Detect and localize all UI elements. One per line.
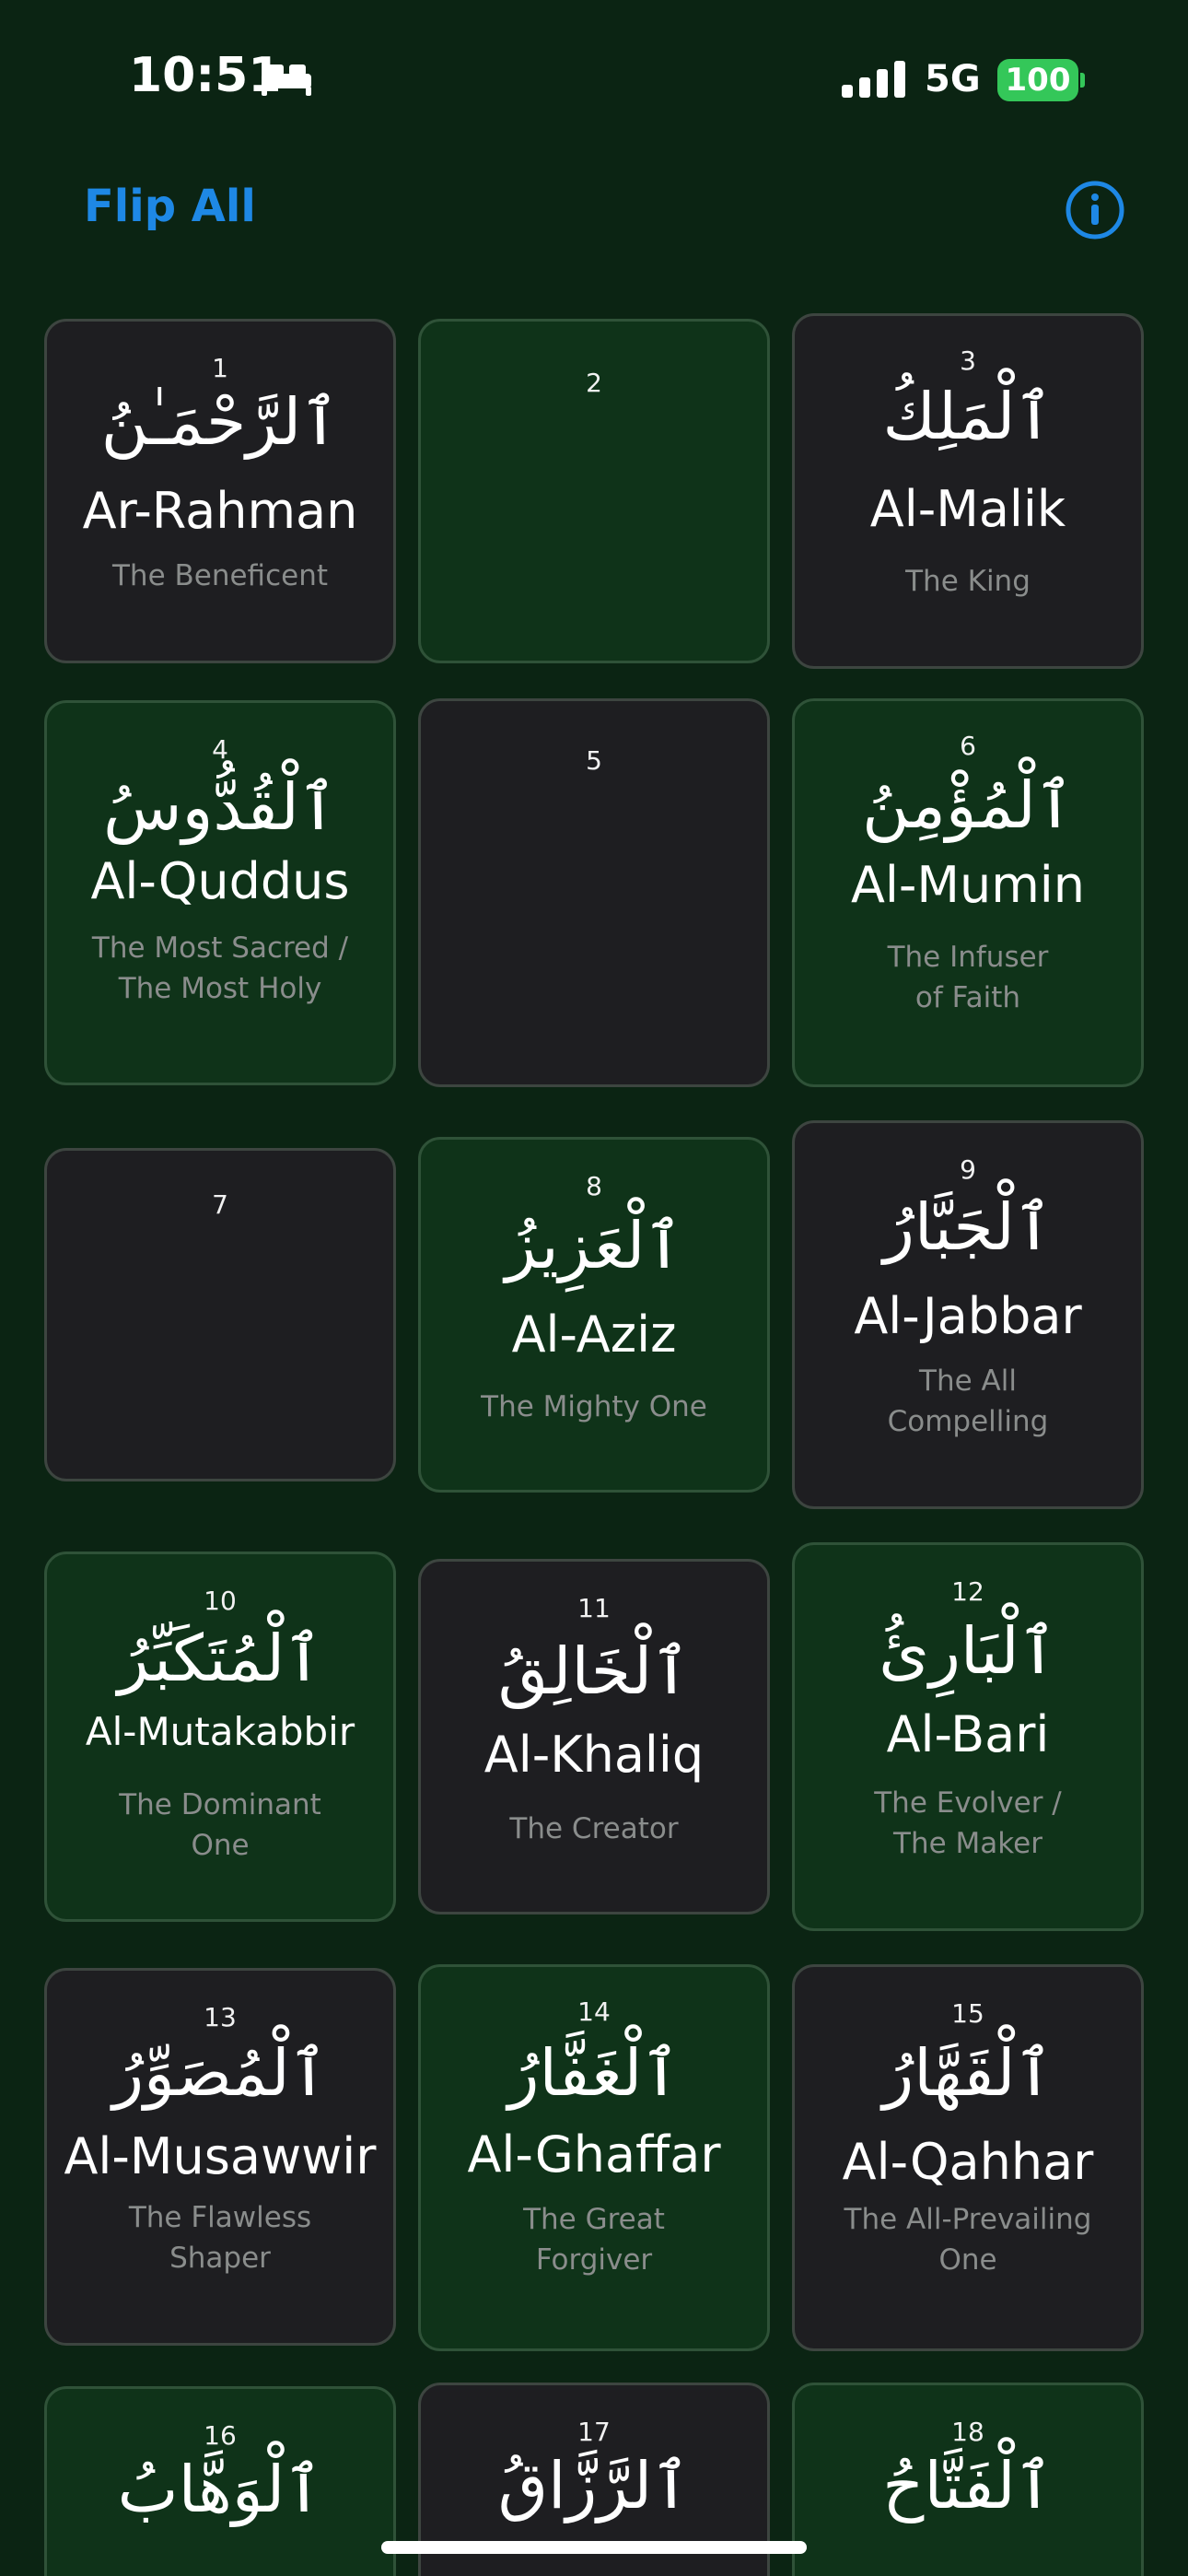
card-meaning: The Creator <box>509 1812 679 1845</box>
card-arabic-name: ٱلْعَزِيزُ <box>505 1208 683 1283</box>
card-arabic-name: ٱلْخَالِقُ <box>497 1633 691 1709</box>
battery-indicator: 100 <box>997 59 1078 101</box>
card-meaning: The King <box>905 565 1031 598</box>
home-indicator <box>381 2541 807 2554</box>
card-transliteration: Al-Khaliq <box>483 1726 705 1784</box>
card-number: 6 <box>960 731 976 761</box>
card-meaning: The Flawless Shaper <box>128 2201 312 2275</box>
card-arabic-name: ٱلْمُتَكَبِّرُ <box>117 1621 323 1696</box>
card-number: 7 <box>212 1189 228 1220</box>
name-card-9[interactable]: 9 ٱلْجَبَّارُ Al-Jabbar The All Compelling <box>792 1120 1144 1509</box>
name-card-8[interactable]: 8 ٱلْعَزِيزُ Al-Aziz The Mighty One <box>418 1137 770 1493</box>
card-number: 3 <box>960 345 976 376</box>
card-meaning: The All Compelling <box>887 1364 1049 1438</box>
card-number: 14 <box>577 1996 611 2027</box>
card-number: 4 <box>212 734 228 765</box>
card-arabic-name: ٱلْقَهَّارُ <box>882 2035 1054 2111</box>
card-meaning: The Beneficent <box>111 559 328 592</box>
name-card-2[interactable]: 2 <box>418 319 770 663</box>
name-card-5[interactable]: 5 <box>418 698 770 1087</box>
card-meaning: The Dominant One <box>119 1788 321 1862</box>
card-arabic-name: ٱلْجَبَّارُ <box>883 1189 1053 1265</box>
card-transliteration: Al-Quddus <box>90 852 350 910</box>
name-card-1[interactable]: 1 ٱلرَّحْمَـٰنُ Ar-Rahman The Beneficent <box>44 319 396 663</box>
name-card-14[interactable]: 14 ٱلْغَفَّارُ Al-Ghaffar The Great Forgive… <box>418 1964 770 2351</box>
name-card-4[interactable]: 4 ٱلْقُدُّوسُ Al-Quddus The Most Sacred / T… <box>44 700 396 1085</box>
card-meaning: The Most Sacred / The Most Holy <box>91 931 349 1005</box>
card-transliteration: Al-Mutakabbir <box>85 1709 355 1754</box>
flip-all-button[interactable]: Flip All <box>84 181 256 232</box>
card-arabic-name: ٱلْمُصَوِّرُ <box>112 2035 328 2111</box>
card-meaning: The Infuser of Faith <box>887 941 1049 1014</box>
card-transliteration: Ar-Rahman <box>82 482 358 540</box>
cellular-signal-icon <box>842 61 905 98</box>
status-time: 10:51 <box>129 48 282 103</box>
card-transliteration: Al-Jabbar <box>854 1287 1082 1345</box>
card-transliteration: Al-Aziz <box>511 1306 677 1364</box>
card-transliteration: Al-Bari <box>886 1705 1050 1763</box>
card-transliteration: Al-Qahhar <box>842 2133 1094 2191</box>
name-card-16[interactable]: 16 ٱلْوَهَّابُ <box>44 2386 396 2576</box>
bed-icon <box>262 64 311 96</box>
card-number: 11 <box>577 1593 611 1623</box>
card-number: 9 <box>960 1154 976 1185</box>
name-card-11[interactable]: 11 ٱلْخَالِقُ Al-Khaliq The Creator <box>418 1559 770 1914</box>
card-number: 2 <box>586 368 602 398</box>
card-transliteration: Al-Malik <box>869 480 1066 538</box>
card-number: 15 <box>951 1998 984 2029</box>
card-arabic-name: ٱلْمَلِكُ <box>882 379 1054 454</box>
card-arabic-name: ٱلْبَارِئُ <box>879 1613 1057 1689</box>
card-number: 5 <box>586 745 602 776</box>
card-arabic-name: ٱلْفَتَّاحُ <box>882 2448 1054 2523</box>
name-card-7[interactable]: 7 <box>44 1148 396 1481</box>
card-arabic-name: ٱلرَّزَّاقُ <box>497 2448 691 2523</box>
name-card-15[interactable]: 15 ٱلْقَهَّارُ Al-Qahhar The All-Prevailing… <box>792 1964 1144 2351</box>
card-arabic-name: ٱلرَّحْمَـٰنُ <box>100 384 340 460</box>
card-transliteration: Al-Ghaffar <box>467 2125 721 2184</box>
card-meaning: The Evolver / The Maker <box>874 1786 1062 1860</box>
card-number: 18 <box>951 2417 984 2447</box>
network-type: 5G <box>925 58 981 100</box>
name-card-13[interactable]: 13 ٱلْمُصَوِّرُ Al-Musawwir The Flawless Sh… <box>44 1968 396 2346</box>
card-transliteration: Al-Mumin <box>850 856 1086 914</box>
card-number: 13 <box>204 2002 237 2032</box>
card-meaning: The All-Prevailing One <box>844 2203 1092 2277</box>
card-number: 17 <box>577 2417 611 2447</box>
card-arabic-name: ٱلْمُؤْمِنُ <box>862 767 1074 843</box>
name-card-10[interactable]: 10 ٱلْمُتَكَبِّرُ Al-Mutakabbir The Dominan… <box>44 1551 396 1922</box>
card-arabic-name: ٱلْوَهَّابُ <box>117 2452 323 2527</box>
card-number: 12 <box>951 1576 984 1607</box>
info-icon[interactable] <box>1065 180 1125 240</box>
name-card-3[interactable]: 3 ٱلْمَلِكُ Al-Malik The King <box>792 313 1144 669</box>
name-card-12[interactable]: 12 ٱلْبَارِئُ Al-Bari The Evolver / The Mak… <box>792 1542 1144 1931</box>
card-number: 10 <box>204 1586 237 1616</box>
battery-nub <box>1080 73 1085 88</box>
battery-level: 100 <box>1005 62 1071 99</box>
card-transliteration: Al-Musawwir <box>64 2127 377 2185</box>
name-card-18[interactable]: 18 ٱلْفَتَّاحُ <box>792 2383 1144 2576</box>
card-meaning: The Great Forgiver <box>523 2203 665 2277</box>
card-meaning: The Mighty One <box>481 1390 707 1423</box>
card-arabic-name: ٱلْقُدُّوسُ <box>103 769 337 845</box>
card-arabic-name: ٱلْغَفَّارُ <box>507 2035 681 2111</box>
name-card-6[interactable]: 6 ٱلْمُؤْمِنُ Al-Mumin The Infuser of Faith <box>792 698 1144 1087</box>
app-screen: 10:51 5G 100 Flip All 1 ٱلرَّحْمَـٰنُ Ar-R… <box>0 0 1188 2576</box>
card-number: 16 <box>204 2420 237 2451</box>
card-number: 1 <box>212 353 228 383</box>
card-number: 8 <box>586 1171 602 1201</box>
